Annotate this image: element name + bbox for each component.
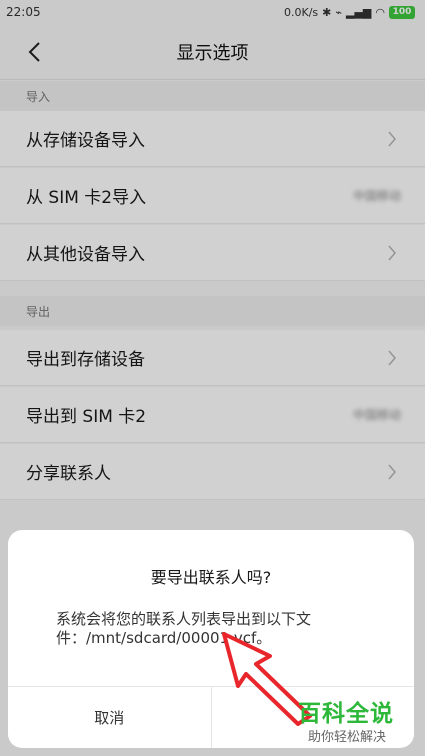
watermark-subtitle: 助你轻松解决 <box>308 730 387 745</box>
watermark-logo: 百科全说 助你轻松解决 <box>298 694 418 750</box>
cancel-button[interactable]: 取消 <box>8 687 211 748</box>
dialog-title: 要导出联系人吗? <box>150 568 272 587</box>
watermark-title: 百科全说 <box>298 701 394 727</box>
